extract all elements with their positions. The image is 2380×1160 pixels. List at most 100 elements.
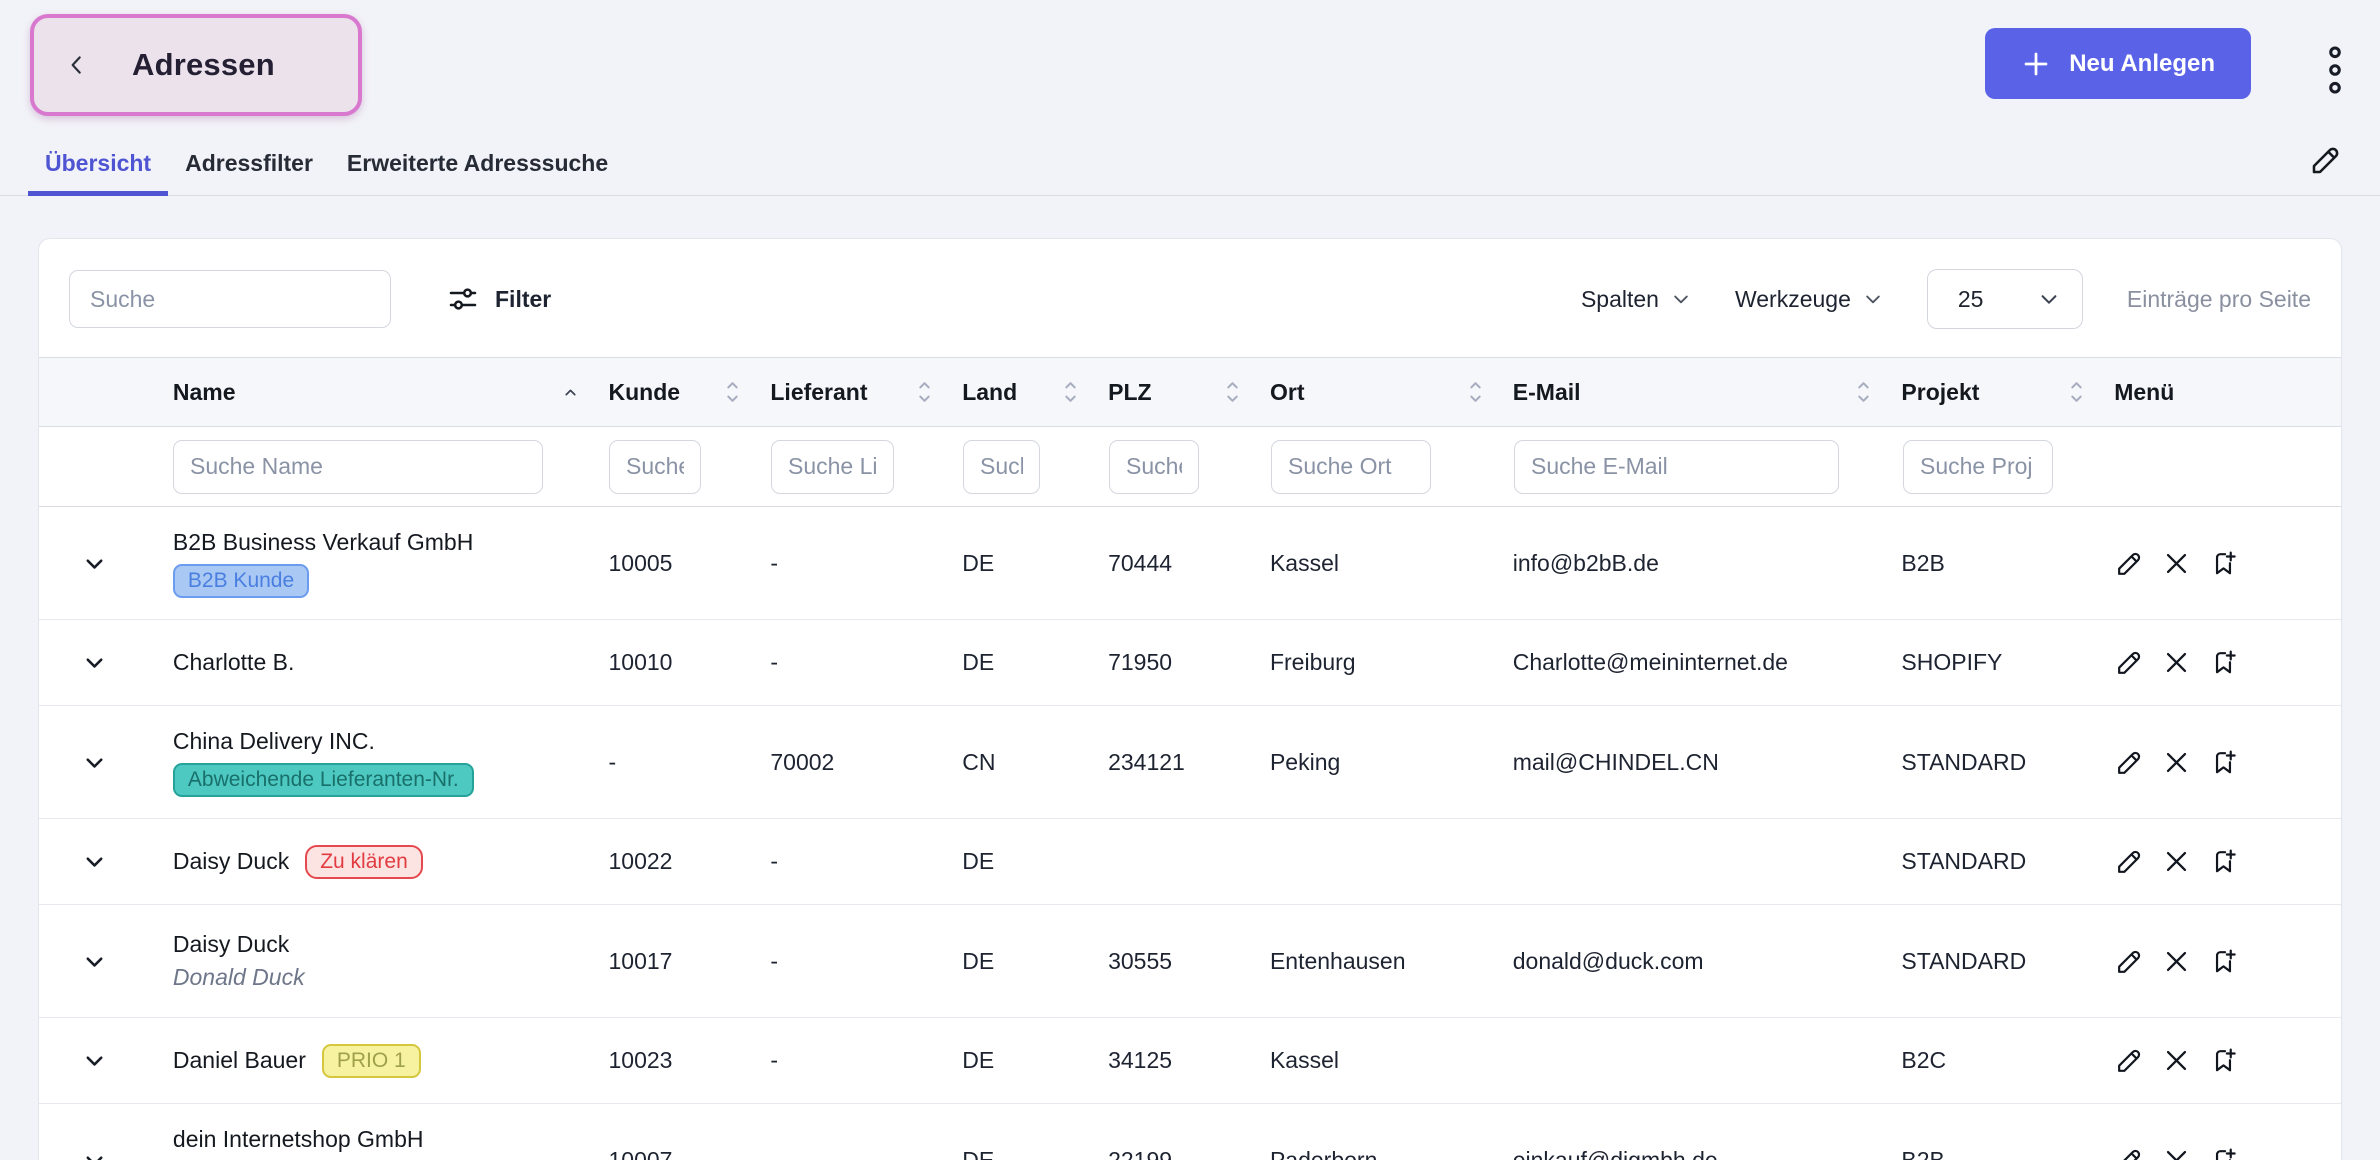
delete-icon[interactable] xyxy=(2162,648,2191,677)
cell-lieferant: - xyxy=(770,1047,962,1074)
edit-icon[interactable] xyxy=(2114,1145,2145,1160)
bookmark-add-icon[interactable] xyxy=(2208,846,2239,877)
filter-input-plz[interactable] xyxy=(1109,440,1199,494)
row-expand-icon[interactable] xyxy=(81,649,108,676)
cell-name: China Delivery INC. xyxy=(173,728,375,755)
column-header-plz[interactable]: PLZ xyxy=(1108,379,1270,406)
cell-email: donald@duck.com xyxy=(1513,948,1902,975)
filter-input-ort[interactable] xyxy=(1271,440,1431,494)
cell-plz: 70444 xyxy=(1108,550,1270,577)
bookmark-add-icon[interactable] xyxy=(2208,946,2239,977)
cell-lieferant: - xyxy=(770,649,962,676)
cell-ort: Entenhausen xyxy=(1270,948,1513,975)
edit-icon[interactable] xyxy=(2114,747,2145,778)
table-row: Charlotte B. 10010 - DE 71950 Freiburg C… xyxy=(39,620,2341,706)
cell-lieferant: - xyxy=(770,948,962,975)
delete-icon[interactable] xyxy=(2162,847,2191,876)
filter-input-kunde[interactable] xyxy=(609,440,701,494)
edit-tabs-icon[interactable] xyxy=(2308,142,2344,178)
bookmark-add-icon[interactable] xyxy=(2208,747,2239,778)
filter-input-e-mail[interactable] xyxy=(1514,440,1839,494)
cell-kunde: 10023 xyxy=(609,1047,771,1074)
filter-input-land[interactable] xyxy=(963,440,1040,494)
row-expand-icon[interactable] xyxy=(81,550,108,577)
tab-adressfilter[interactable]: Adressfilter xyxy=(168,150,330,196)
kebab-menu-icon[interactable] xyxy=(2323,44,2347,96)
table-filter-row xyxy=(39,427,2341,507)
cell-name: Daisy Duck xyxy=(173,848,289,875)
cell-ort: Kassel xyxy=(1270,1047,1513,1074)
tab-erweiterte-adresssuche[interactable]: Erweiterte Adresssuche xyxy=(330,150,625,196)
cell-subname: Donald Duck xyxy=(173,964,589,991)
row-expand-icon[interactable] xyxy=(81,1147,108,1160)
cell-ort: Freiburg xyxy=(1270,649,1513,676)
cell-name: B2B Business Verkauf GmbH xyxy=(173,529,473,556)
search-input[interactable] xyxy=(69,270,391,328)
cell-plz: 71950 xyxy=(1108,649,1270,676)
row-expand-icon[interactable] xyxy=(81,749,108,776)
cell-projekt: STANDARD xyxy=(1901,749,2114,776)
row-expand-icon[interactable] xyxy=(81,1047,108,1074)
cell-lieferant: - xyxy=(770,1147,962,1160)
columns-dropdown[interactable]: Spalten xyxy=(1581,286,1691,313)
cell-projekt: B2B xyxy=(1901,1147,2114,1160)
tab-bar: ÜbersichtAdressfilterErweiterte Adresssu… xyxy=(0,150,2380,196)
column-header-land[interactable]: Land xyxy=(962,379,1108,406)
table-row: dein Internetshop GmbH Umgezogen 10007 -… xyxy=(39,1104,2341,1160)
edit-icon[interactable] xyxy=(2114,548,2145,579)
cell-ort: Kassel xyxy=(1270,550,1513,577)
filter-sliders-icon xyxy=(447,283,479,315)
cell-name: dein Internetshop GmbH xyxy=(173,1126,424,1153)
column-header-ort[interactable]: Ort xyxy=(1270,379,1513,406)
delete-icon[interactable] xyxy=(2162,947,2191,976)
filter-button[interactable]: Filter xyxy=(447,283,551,315)
cell-lieferant: - xyxy=(770,848,962,875)
sort-icon xyxy=(2069,379,2084,405)
table-row: B2B Business Verkauf GmbH B2B Kunde 1000… xyxy=(39,507,2341,620)
column-header-kunde[interactable]: Kunde xyxy=(609,379,771,406)
delete-icon[interactable] xyxy=(2162,1146,2191,1160)
edit-icon[interactable] xyxy=(2114,1045,2145,1076)
bookmark-add-icon[interactable] xyxy=(2208,1145,2239,1160)
back-icon[interactable] xyxy=(64,49,90,81)
filter-input-projekt[interactable] xyxy=(1903,440,2053,494)
status-badge: Abweichende Lieferanten-Nr. xyxy=(173,763,474,797)
cell-name: Daisy Duck xyxy=(173,931,289,958)
chevron-down-icon xyxy=(1863,289,1883,309)
cell-ort: Peking xyxy=(1270,749,1513,776)
cell-kunde: 10022 xyxy=(609,848,771,875)
edit-icon[interactable] xyxy=(2114,846,2145,877)
column-header-projekt[interactable]: Projekt xyxy=(1901,379,2114,406)
delete-icon[interactable] xyxy=(2162,1046,2191,1075)
new-entry-button[interactable]: Neu Anlegen xyxy=(1985,28,2251,99)
sort-icon xyxy=(917,379,932,405)
page-header: Adressen Neu Anlegen xyxy=(0,0,2380,116)
tab-übersicht[interactable]: Übersicht xyxy=(28,150,168,196)
column-header-name[interactable]: Name xyxy=(173,379,609,406)
cell-email: Charlotte@meininternet.de xyxy=(1513,649,1902,676)
edit-icon[interactable] xyxy=(2114,946,2145,977)
sort-icon xyxy=(1225,379,1240,405)
row-expand-icon[interactable] xyxy=(81,848,108,875)
cell-kunde: 10007 xyxy=(609,1147,771,1160)
bookmark-add-icon[interactable] xyxy=(2208,647,2239,678)
delete-icon[interactable] xyxy=(2162,549,2191,578)
column-header-e-mail[interactable]: E-Mail xyxy=(1513,379,1902,406)
edit-icon[interactable] xyxy=(2114,647,2145,678)
cell-kunde: 10017 xyxy=(609,948,771,975)
column-header-lieferant[interactable]: Lieferant xyxy=(770,379,962,406)
delete-icon[interactable] xyxy=(2162,748,2191,777)
cell-email: info@b2bB.de xyxy=(1513,550,1902,577)
row-expand-icon[interactable] xyxy=(81,948,108,975)
filter-input-lieferant[interactable] xyxy=(771,440,894,494)
tools-dropdown[interactable]: Werkzeuge xyxy=(1735,286,1883,313)
cell-projekt: B2C xyxy=(1901,1047,2114,1074)
cell-land: DE xyxy=(962,649,1108,676)
bookmark-add-icon[interactable] xyxy=(2208,1045,2239,1076)
cell-lieferant: 70002 xyxy=(770,749,962,776)
filter-input-name[interactable] xyxy=(173,440,543,494)
page-size-select[interactable]: 25 xyxy=(1927,269,2083,329)
status-badge: B2B Kunde xyxy=(173,564,309,598)
bookmark-add-icon[interactable] xyxy=(2208,548,2239,579)
cell-plz: 234121 xyxy=(1108,749,1270,776)
